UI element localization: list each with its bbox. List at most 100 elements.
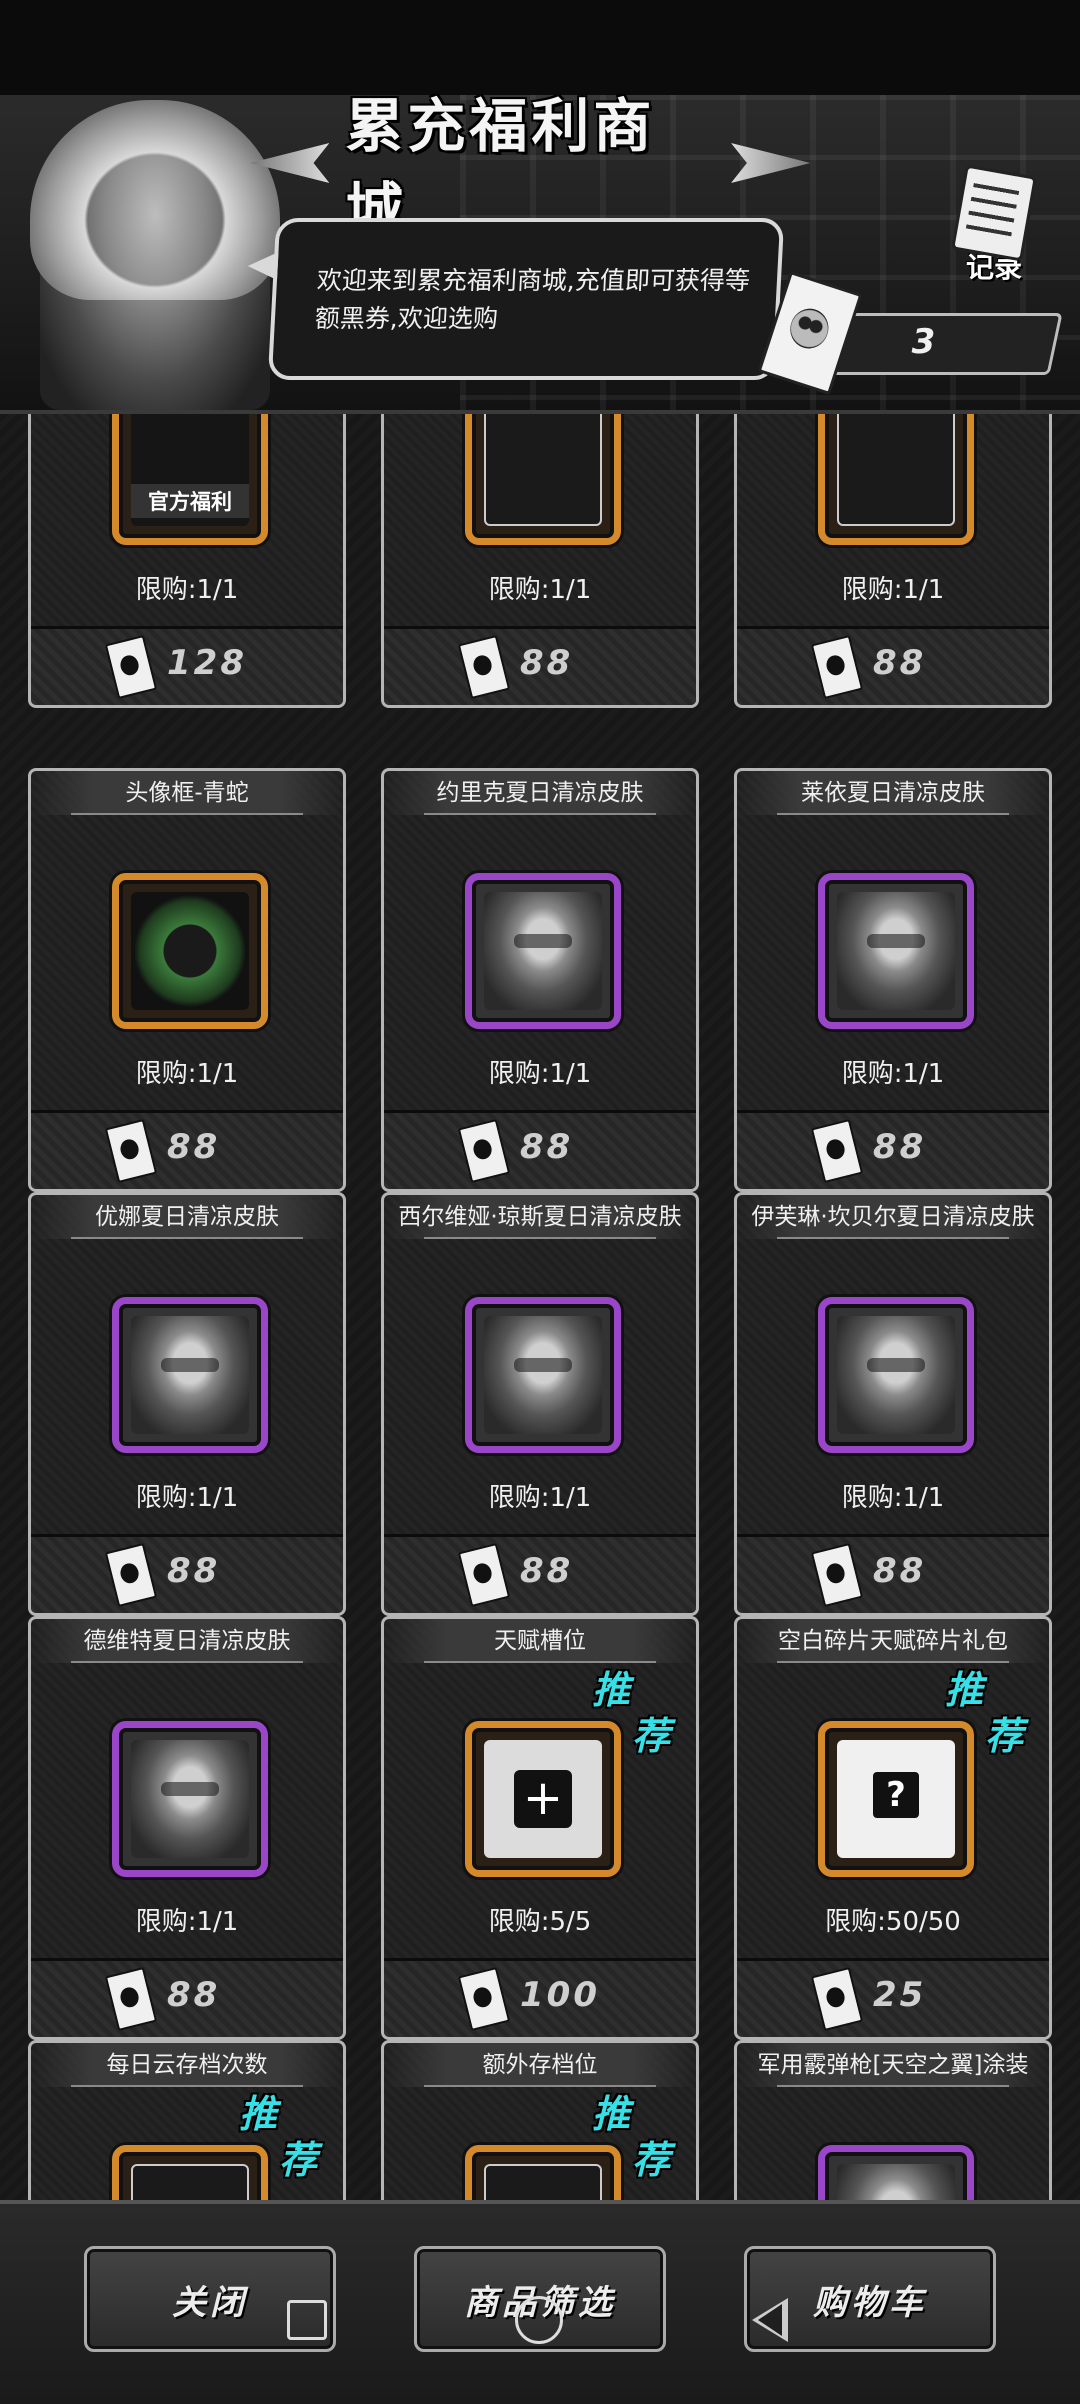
product-card[interactable]: 约里克夏日清凉皮肤限购:1/1 88: [381, 768, 699, 1192]
character-portrait-icon: [112, 1297, 268, 1453]
product-art: [837, 892, 955, 1010]
product-card[interactable]: 头像框-青蛇限购:1/1 88: [28, 768, 346, 1192]
price-value: 88: [520, 1551, 574, 1591]
product-art: [837, 2164, 955, 2200]
product-grid[interactable]: 官方福利 限购:1/1 128 限购:1/1 88 限购:1/1 88 头像框-青蛇 限购:1/…: [0, 414, 1080, 2200]
product-art: [131, 892, 249, 1010]
black-ticket-icon: [810, 1542, 864, 1608]
product-art: [131, 1316, 249, 1434]
purchase-limit: 限购:1/1: [841, 1483, 945, 1513]
price-value: 88: [520, 1127, 574, 1167]
product-art: [131, 1740, 249, 1858]
card-back-icon: [465, 414, 621, 545]
green-snake-frame-icon: [112, 873, 268, 1029]
price-bar: 88: [31, 1958, 343, 2037]
product-card[interactable]: 军用霰弹枪[天空之翼]涂装: [734, 2040, 1052, 2200]
product-card[interactable]: 空白碎片天赋碎片礼包推荐限购:50/5025: [734, 1616, 1052, 2040]
official-benefit-label: 官方福利: [131, 484, 249, 518]
black-ticket-icon: [457, 1118, 511, 1184]
product-title: 西尔维娅·琼斯夏日清凉皮肤: [384, 1195, 696, 1239]
product-card[interactable]: 西尔维娅·琼斯夏日清凉皮肤 限购:1/1 88: [381, 1192, 699, 1616]
product-title: 天赋槽位: [384, 1619, 696, 1663]
bottom-action-bar: 关闭 商品筛选 购物车: [0, 2200, 1080, 2404]
product-title: 约里克夏日清凉皮肤: [384, 771, 696, 815]
product-card[interactable]: 每日云存档次数推荐: [28, 2040, 346, 2200]
price-value: 88: [873, 1127, 927, 1167]
black-ticket-icon: [104, 1966, 158, 2032]
product-card[interactable]: 优娜夏日清凉皮肤 限购:1/1 88: [28, 1192, 346, 1616]
product-card[interactable]: 限购:1/1 88: [734, 414, 1052, 708]
product-art: [484, 1740, 602, 1858]
close-button[interactable]: 关闭: [84, 2246, 336, 2352]
black-ticket-icon: [104, 1542, 158, 1608]
product-title: 德维特夏日清凉皮肤: [31, 1619, 343, 1663]
official-benefit-icon: 官方福利: [112, 414, 268, 545]
price-value: 100: [520, 1975, 600, 2015]
product-art: [484, 414, 602, 526]
price-bar: 25: [737, 1958, 1049, 2037]
price-value: 25: [873, 1975, 927, 2015]
purchase-limit: 限购:1/1: [135, 1483, 239, 1513]
purchase-limit: 限购:1/1: [841, 1059, 945, 1089]
price-value: 88: [520, 643, 574, 683]
product-card[interactable]: 官方福利限购:1/1 128: [28, 414, 346, 708]
price-value: 88: [167, 1975, 221, 2015]
purchase-limit: 限购:5/5: [488, 1907, 592, 1937]
product-card[interactable]: 莱依夏日清凉皮肤 限购:1/1 88: [734, 768, 1052, 1192]
cart-button[interactable]: 购物车: [744, 2246, 996, 2352]
price-value: 88: [873, 643, 927, 683]
product-art: 官方福利: [131, 414, 249, 526]
purchase-limit: 限购:50/50: [825, 1907, 961, 1937]
shotgun-skin-icon: [818, 2145, 974, 2200]
recommend-badge-char-1: 推: [945, 1668, 984, 1712]
black-ticket-icon: [104, 634, 158, 700]
black-ticket-icon: [457, 634, 511, 700]
card-back-icon: [818, 414, 974, 545]
price-value: 88: [167, 1551, 221, 1591]
price-bar: 88: [31, 1534, 343, 1613]
gift-box-icon: [818, 1721, 974, 1877]
price-bar: 88: [737, 1110, 1049, 1189]
shopkeeper-portrait: [30, 100, 280, 410]
filter-button[interactable]: 商品筛选: [414, 2246, 666, 2352]
purchase-limit: 限购:1/1: [135, 575, 239, 605]
product-card[interactable]: 天赋槽位推荐限购:5/5100: [381, 1616, 699, 2040]
welcome-speech-bubble: 欢迎来到累充福利商城,充值即可获得等额黑券,欢迎选购: [267, 218, 785, 380]
cart-button-label: 购物车: [813, 2282, 927, 2323]
cloud-save-icon: [112, 2145, 268, 2200]
product-art: [837, 1740, 955, 1858]
price-bar: 88: [384, 1534, 696, 1613]
character-portrait-icon: [112, 1721, 268, 1877]
price-bar: 88: [31, 1110, 343, 1189]
product-art: [484, 1316, 602, 1434]
title-banner: 累充福利商城: [250, 92, 810, 244]
price-value: 128: [167, 643, 247, 683]
character-portrait-icon: [818, 1297, 974, 1453]
product-art: [484, 2164, 602, 2200]
price-bar: 88: [384, 1110, 696, 1189]
purchase-limit: 限购:1/1: [488, 1059, 592, 1089]
product-art: [837, 414, 955, 526]
price-bar: 88: [384, 626, 696, 705]
purchase-limit: 限购:1/1: [488, 575, 592, 605]
recommend-badge-char-1: 推: [592, 1668, 631, 1712]
talent-slot-icon: [465, 1721, 621, 1877]
character-portrait-icon: [465, 1297, 621, 1453]
banner-left-ornament-icon: [250, 143, 330, 183]
product-card[interactable]: 伊芙琳·坎贝尔夏日清凉皮肤 限购:1/1 88: [734, 1192, 1052, 1616]
filter-button-label: 商品筛选: [464, 2282, 616, 2323]
product-card[interactable]: 限购:1/1 88: [381, 414, 699, 708]
product-art: [837, 1316, 955, 1434]
black-ticket-icon: [810, 634, 864, 700]
close-button-label: 关闭: [172, 2282, 248, 2323]
price-bar: 128: [31, 626, 343, 705]
black-ticket-icon: [104, 1118, 158, 1184]
product-title: 额外存档位: [384, 2043, 696, 2087]
product-card[interactable]: 德维特夏日清凉皮肤 限购:1/1 88: [28, 1616, 346, 2040]
purchase-limit: 限购:1/1: [135, 1059, 239, 1089]
record-button[interactable]: 记录: [944, 164, 1044, 284]
product-card[interactable]: 额外存档位推荐: [381, 2040, 699, 2200]
price-value: 88: [873, 1551, 927, 1591]
product-title: 军用霰弹枪[天空之翼]涂装: [737, 2043, 1049, 2087]
product-title: 头像框-青蛇: [31, 771, 343, 815]
